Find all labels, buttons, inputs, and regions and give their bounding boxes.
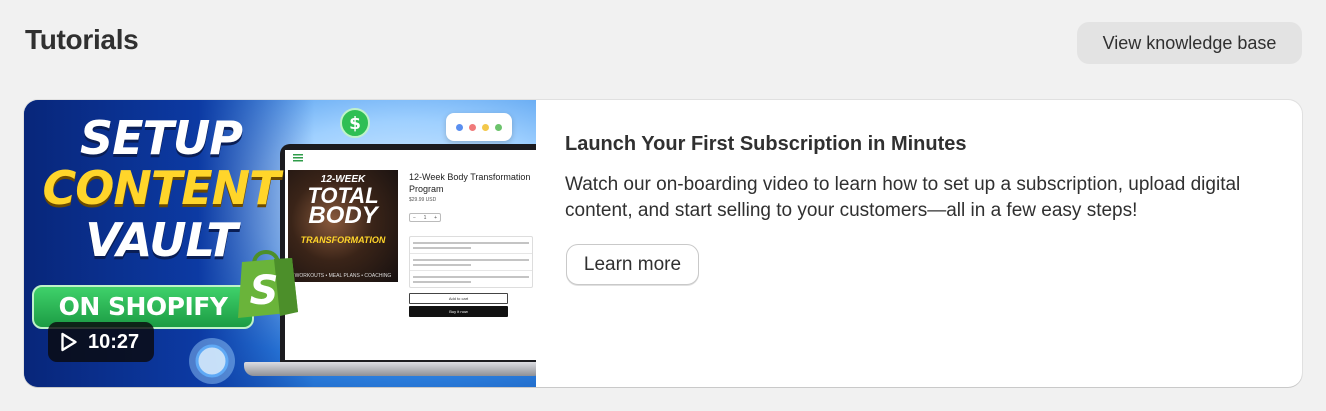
browser-dots-icon [446,113,512,141]
dollar-coin-icon: $ [340,108,370,138]
svg-text:$: $ [349,114,361,134]
mock-plan-option [410,254,532,271]
video-thumbnail[interactable]: $ 12-WEEK TOTAL BODY TRANSFORMATION WORK… [24,100,536,387]
menu-icon [293,154,303,162]
section-title: Tutorials [25,24,139,55]
laptop-base [244,362,536,376]
mock-product-title: 12-Week Body Transformation Program [409,172,531,194]
learn-more-button[interactable]: Learn more [566,244,699,285]
mock-add-to-cart-button: Add to cart [409,293,508,304]
laptop-screen: 12-WEEK TOTAL BODY TRANSFORMATION WORKOU… [285,150,536,360]
view-knowledge-base-button[interactable]: View knowledge base [1077,22,1302,64]
shopify-bag-icon: S [238,250,298,318]
mock-plan-option [410,237,532,254]
mock-plan-options [409,236,533,288]
video-duration-badge: 10:27 [48,322,154,362]
thumbnail-headline-1: SETUP [80,111,243,165]
mock-product-price: $29.99 USD [409,197,437,203]
video-duration: 10:27 [88,330,140,353]
poster-footer: WORKOUTS • MEAL PLANS • COACHING [294,273,392,279]
poster-line-3: BODY [308,202,378,229]
mock-buy-now-button: Buy it now [409,306,508,317]
tutorial-description: Watch our on-boarding video to learn how… [565,174,1241,221]
mock-quantity-stepper: −1 + [409,213,441,222]
mock-plan-option [410,271,532,288]
poster-line-4: TRANSFORMATION [300,235,386,245]
glow-orb-icon [189,338,235,384]
play-icon [61,332,77,352]
tutorial-content: Launch Your First Subscription in Minute… [565,100,1285,387]
tutorial-title: Launch Your First Subscription in Minute… [565,133,967,155]
product-poster: 12-WEEK TOTAL BODY TRANSFORMATION WORKOU… [288,170,398,282]
tutorial-card: $ 12-WEEK TOTAL BODY TRANSFORMATION WORK… [24,100,1302,387]
thumbnail-headline-2: CONTENT [42,161,280,215]
svg-text:S: S [250,268,279,314]
